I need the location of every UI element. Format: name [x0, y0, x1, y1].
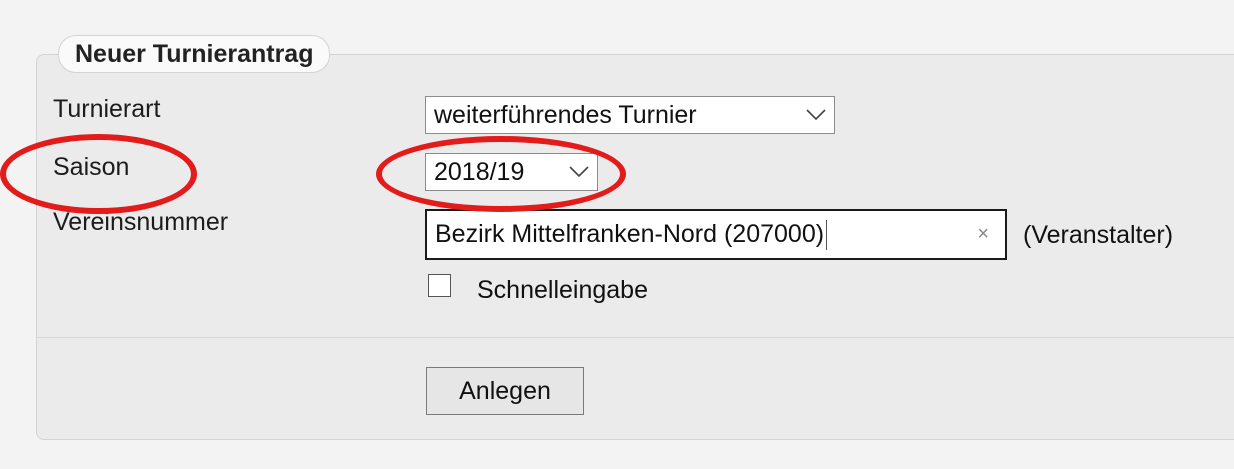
anlegen-button[interactable]: Anlegen: [426, 367, 584, 415]
veranstalter-note: (Veranstalter): [1023, 221, 1174, 249]
vereinsnummer-combobox[interactable]: Bezirk Mittelfranken-Nord (207000) ×: [425, 209, 1007, 260]
saison-select[interactable]: 2018/19: [425, 153, 598, 191]
clear-icon[interactable]: ×: [977, 211, 989, 258]
chevron-down-icon: [806, 97, 826, 133]
schnelleingabe-label: Schnelleingabe: [477, 276, 648, 304]
vereinsnummer-value: Bezirk Mittelfranken-Nord (207000): [435, 220, 825, 248]
turnierart-value: weiterführendes Turnier: [434, 101, 697, 129]
footer-divider: [36, 337, 1234, 338]
vereinsnummer-label: Vereinsnummer: [53, 208, 229, 236]
schnelleingabe-checkbox[interactable]: [428, 274, 451, 297]
page: Neuer Turnierantrag Turnierart weiterfüh…: [0, 0, 1234, 469]
form-legend: Neuer Turnierantrag: [58, 35, 331, 73]
saison-value: 2018/19: [434, 158, 525, 186]
text-caret: [826, 220, 828, 251]
turnierart-label: Turnierart: [53, 95, 161, 123]
turnierart-select[interactable]: weiterführendes Turnier: [425, 96, 835, 134]
saison-label: Saison: [53, 153, 130, 181]
chevron-down-icon: [569, 154, 589, 190]
